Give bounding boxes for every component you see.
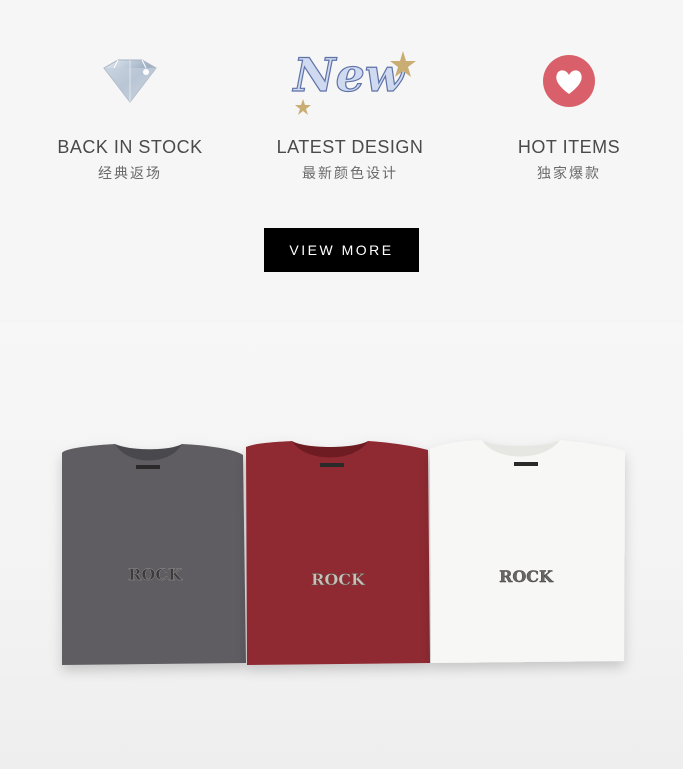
feature-back-in-stock[interactable]: BACK IN STOCK 经典返场	[30, 40, 230, 183]
new-badge-icon: New	[250, 40, 450, 122]
features-section: BACK IN STOCK 经典返场 New LATEST DESIGN 最新颜…	[0, 0, 683, 320]
shirt-print-text: ROCK	[311, 570, 366, 589]
feature-title: HOT ITEMS	[517, 137, 621, 157]
diamond-icon	[30, 40, 230, 122]
shirt-print-text: ROCK	[499, 567, 554, 586]
feature-subtitle: 独家爆款	[537, 166, 601, 182]
feature-subtitle: 经典返场	[98, 166, 162, 182]
tshirt-burgundy: ROCK	[246, 441, 430, 665]
tshirt-white: ROCK	[430, 440, 625, 663]
feature-subtitle: 最新颜色设计	[302, 166, 398, 182]
feature-latest-design[interactable]: New LATEST DESIGN 最新颜色设计	[250, 40, 450, 183]
view-more-button[interactable]: VIEW MORE	[264, 228, 419, 272]
product-photo[interactable]: ROCK ROCK ROCK	[0, 323, 683, 769]
tshirt-charcoal: ROCK	[62, 444, 246, 665]
new-badge-text: New	[292, 48, 406, 102]
shirt-print-text: ROCK	[128, 565, 183, 584]
feature-hot-items[interactable]: HOT ITEMS 独家爆款	[469, 40, 669, 183]
heart-icon	[469, 40, 669, 122]
feature-title: BACK IN STOCK	[57, 137, 203, 157]
feature-title: LATEST DESIGN	[276, 137, 424, 157]
